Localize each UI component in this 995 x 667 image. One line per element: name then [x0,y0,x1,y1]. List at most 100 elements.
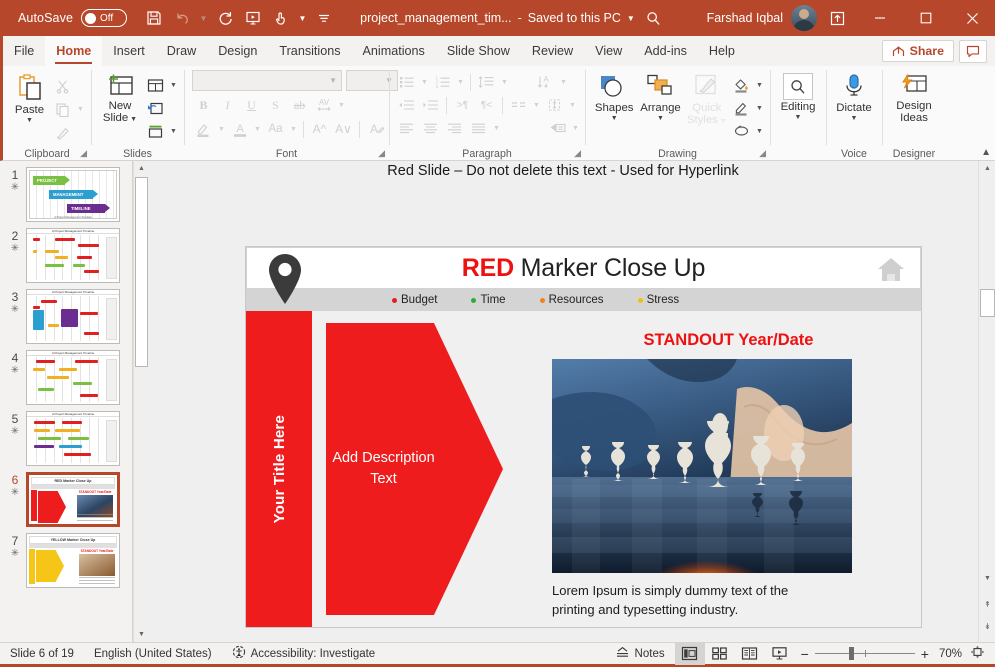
thumbnail-scroll-up-button[interactable]: ▲ [134,161,149,176]
increase-indent-button[interactable] [419,94,442,116]
tab-help[interactable]: Help [698,36,746,66]
tab-insert[interactable]: Insert [102,36,156,66]
text-direction-button[interactable]: A [534,71,557,93]
thumbnail-slide-5[interactable]: 5 ✳ A Project Management Timeline [0,405,132,466]
text-highlight-caret[interactable]: ▼ [216,126,227,133]
save-icon[interactable] [141,5,167,31]
slide-scroll-thumb[interactable] [980,289,995,317]
copy-dropdown-caret[interactable]: ▼ [75,106,86,113]
clear-formatting-button[interactable]: A [364,118,387,140]
thumbnail-slide-2[interactable]: 2 ✳ A Project Management Timeline [0,222,132,283]
previous-slide-button[interactable]: ↟ [979,597,995,612]
thumbnail-image[interactable]: A Project Management Timeline [26,228,120,283]
touch-mode-dropdown-caret[interactable]: ▼ [296,5,309,31]
decrease-indent-button[interactable] [395,94,418,116]
tab-draw[interactable]: Draw [156,36,207,66]
font-name-input[interactable]: ▼ [192,70,342,91]
slide-scroll-up-button[interactable]: ▲ [979,161,995,176]
normal-view-button[interactable] [675,642,705,665]
shape-outline-button[interactable] [730,97,753,119]
shape-effects-caret[interactable]: ▼ [754,128,765,135]
undo-icon[interactable] [169,5,195,31]
paste-dropdown-caret[interactable]: ▼ [26,117,33,124]
thumbnail-slide-7[interactable]: 7 ✳ YELLOW Marker Close Up STANDOUT Year… [0,527,132,588]
copy-button[interactable] [51,98,74,120]
dictate-dropdown-caret[interactable]: ▼ [851,115,858,122]
thumbnail-slide-4[interactable]: 4 ✳ A Project Management Timeline [0,344,132,405]
thumbnail-image[interactable]: PROJECT MANAGEMENT TIMELINE A Project Ma… [26,167,120,222]
slide-area-scrollbar[interactable]: ▲ ▼ ↟ ↡ [978,161,995,642]
quick-styles-caret[interactable]: ▼ [718,118,727,125]
arrange-button[interactable]: Arrange ▼ [637,70,683,122]
next-slide-button[interactable]: ↡ [979,619,995,634]
photo-caption[interactable]: Lorem Ipsum is simply dummy text of the … [552,581,872,619]
slide-show-button[interactable] [765,642,795,665]
section-dropdown-caret[interactable]: ▼ [168,128,179,135]
fit-to-window-button[interactable] [966,641,995,666]
minimize-button[interactable] [857,0,903,36]
convert-to-smartart-caret[interactable]: ▼ [570,125,581,132]
bullets-caret[interactable]: ▼ [419,79,430,86]
slide-counter[interactable]: Slide 6 of 19 [0,641,84,666]
slide-editing-area[interactable]: Red Slide – Do not delete this text - Us… [148,161,978,642]
ribbon-display-options-icon[interactable] [817,0,857,36]
bold-button[interactable]: B [192,94,215,116]
shapes-button[interactable]: Shapes ▼ [591,70,637,122]
new-slide-dropdown-caret[interactable]: ▼ [128,116,137,123]
redo-icon[interactable] [212,5,238,31]
nav-item-time[interactable]: Time [471,294,505,306]
cut-button[interactable] [51,75,74,97]
ltr-direction-button[interactable]: >¶ [451,94,474,116]
zoom-in-button[interactable]: + [915,641,935,666]
shape-outline-caret[interactable]: ▼ [754,105,765,112]
line-spacing-button[interactable] [475,71,498,93]
layout-dropdown-caret[interactable]: ▼ [168,82,179,89]
align-text-caret[interactable]: ▼ [567,102,578,109]
underline-button[interactable]: U [240,94,263,116]
slide-canvas[interactable]: RED Marker Close Up Budget [246,247,921,627]
font-color-caret[interactable]: ▼ [252,126,263,133]
tab-animations[interactable]: Animations [352,36,436,66]
tab-view[interactable]: View [584,36,633,66]
zoom-level[interactable]: 70% [935,641,966,666]
language-indicator[interactable]: English (United States) [84,641,222,666]
tab-slide-show[interactable]: Slide Show [436,36,521,66]
share-button[interactable]: Share [882,40,954,62]
slide-sorter-view-button[interactable] [705,642,735,665]
reading-view-button[interactable] [735,642,765,665]
shapes-dropdown-caret[interactable]: ▼ [611,115,618,122]
font-color-button[interactable]: A [228,118,251,140]
zoom-out-button[interactable]: − [795,641,815,666]
close-button[interactable] [949,0,995,36]
new-slide-button[interactable]: New Slide ▼ [96,70,144,126]
numbering-button[interactable]: 123 [431,71,454,93]
tab-add-ins[interactable]: Add-ins [633,36,698,66]
editing-button[interactable]: Editing ▼ [775,70,821,121]
change-case-caret[interactable]: ▼ [288,126,299,133]
italic-button[interactable]: I [216,94,239,116]
thumbnail-slide-1[interactable]: 1 ✳ PROJECT MANAGEMENT TIMELINE A Projec… [0,161,132,222]
tab-home[interactable]: Home [45,36,102,66]
thumbnail-image[interactable]: A Project Management Timeline [26,411,120,466]
start-presentation-icon[interactable] [240,5,266,31]
text-direction-caret[interactable]: ▼ [558,79,569,86]
decrease-font-size-button[interactable]: A∨ [332,118,355,140]
clipboard-dialog-launcher[interactable]: ◢ [80,148,87,159]
collapse-ribbon-button[interactable]: ▲ [981,147,991,158]
zoom-knob[interactable] [849,647,854,660]
nav-item-budget[interactable]: Budget [392,294,437,306]
home-icon[interactable] [876,256,906,288]
convert-to-smartart-button[interactable] [546,117,569,139]
thumbnail-scroll-thumb[interactable] [135,177,148,367]
align-center-button[interactable] [419,117,442,139]
thumbnail-scroll-down-button[interactable]: ▼ [134,627,149,642]
increase-font-size-button[interactable]: A^ [308,118,331,140]
side-title-band[interactable]: Your Title Here [246,311,312,627]
paste-button[interactable]: Paste ▼ [8,70,51,124]
nav-item-stress[interactable]: Stress [638,294,680,306]
standout-heading[interactable]: STANDOUT Year/Date [546,331,911,350]
zoom-slider[interactable] [815,642,915,665]
thumbnail-slide-6[interactable]: 6 ✳ RED Marker Close Up STANDOUT Year/Da… [0,466,132,527]
maximize-button[interactable] [903,0,949,36]
strikethrough-button[interactable]: ab [288,94,311,116]
